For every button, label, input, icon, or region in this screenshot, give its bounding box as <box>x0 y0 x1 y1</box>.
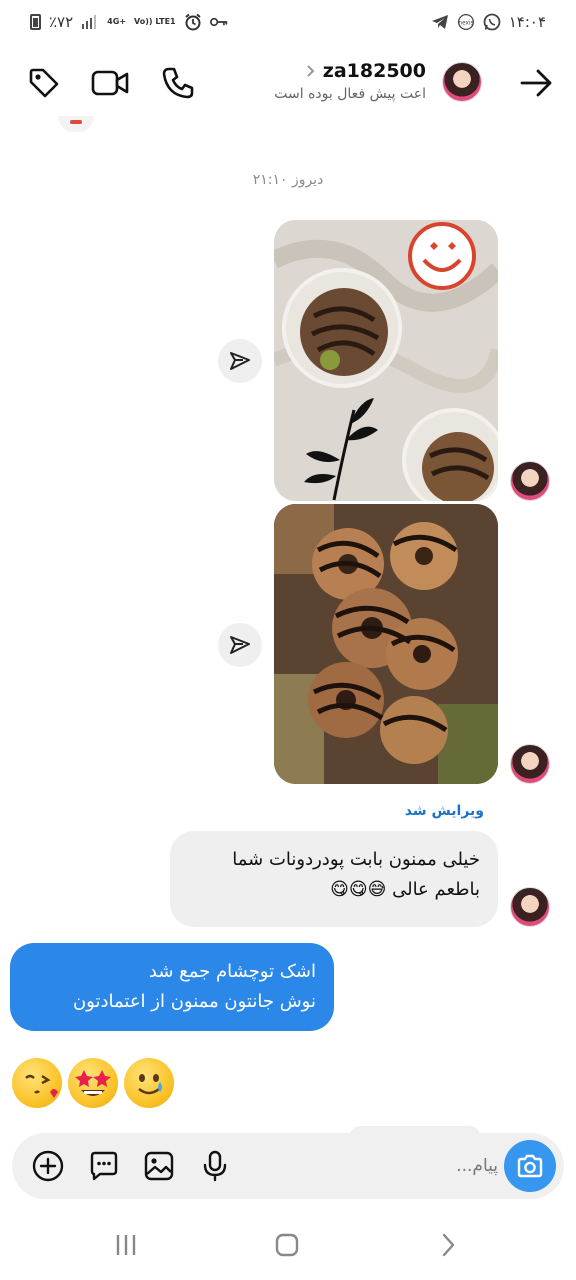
network-type: 4G+ <box>107 17 127 26</box>
sender-avatar-1[interactable] <box>510 461 550 501</box>
microphone-icon[interactable] <box>199 1150 231 1182</box>
edited-label: ویرایش شد <box>404 803 484 819</box>
back-arrow-icon[interactable] <box>514 61 558 105</box>
video-call-icon[interactable] <box>88 61 132 105</box>
send-icon <box>230 636 250 654</box>
camera-icon <box>517 1154 543 1178</box>
chat-username[interactable]: za182500 <box>274 60 426 82</box>
phone-icon[interactable] <box>156 61 200 105</box>
key-icon <box>209 13 228 31</box>
kiss-emoji <box>12 1058 62 1108</box>
whatsapp-icon <box>483 13 501 31</box>
share-photo-2-button[interactable] <box>218 623 262 667</box>
svg-text:nexis: nexis <box>458 20 473 26</box>
chat-user-info[interactable]: za182500 اعت پیش فعال بوده است <box>274 60 426 102</box>
status-left: ٪۷۲ 4G+ Vo)) LTE1 <box>30 13 228 31</box>
share-photo-1-button[interactable] <box>218 339 262 383</box>
signal-icon <box>81 13 99 31</box>
star-struck-emoji <box>68 1058 118 1108</box>
gallery-icon[interactable] <box>143 1150 175 1182</box>
received-message-line-1: خیلی ممنون بابت پودردونات شما <box>232 849 480 870</box>
home-icon[interactable] <box>267 1230 307 1260</box>
photo-1-artwork <box>274 220 498 501</box>
smiling-tear-emoji <box>124 1058 174 1108</box>
sticker-icon[interactable] <box>88 1150 120 1182</box>
send-icon <box>230 352 250 370</box>
chevron-right-icon <box>305 64 315 78</box>
shared-photo-1[interactable] <box>274 220 498 501</box>
clock: ۱۴:۰۴ <box>508 13 546 31</box>
received-message-line-2: باطعم عالی 😅😋😋 <box>330 879 480 900</box>
sent-message-line-2: نوش جانتون ممنون از اعتمادتون <box>72 991 316 1012</box>
status-bar: ٪۷۲ 4G+ Vo)) LTE1 nexis ۱۴:۰۴ <box>0 0 576 44</box>
header-avatar[interactable] <box>442 62 482 102</box>
add-icon[interactable] <box>32 1150 64 1182</box>
received-message-bubble[interactable]: خیلی ممنون بابت پودردونات شما باطعم عالی… <box>170 831 498 927</box>
sent-message-line-1: اشک توچشام جمع شد <box>148 961 316 982</box>
message-input[interactable] <box>298 1150 498 1182</box>
alarm-icon <box>184 13 202 31</box>
nav-back-icon[interactable] <box>428 1230 468 1260</box>
username-label: za182500 <box>322 60 426 82</box>
sent-message-bubble[interactable]: اشک توچشام جمع شد نوش جانتون ممنون از اع… <box>10 943 334 1031</box>
battery-icon <box>30 14 41 30</box>
message-timestamp: دیروز ۲۱:۱۰ <box>252 172 324 188</box>
camera-button[interactable] <box>504 1140 556 1192</box>
activity-status: اعت پیش فعال بوده است <box>274 86 426 102</box>
tag-icon[interactable] <box>22 61 66 105</box>
chat-header: za182500 اعت پیش فعال بوده است <box>0 44 576 122</box>
sender-avatar-3[interactable] <box>510 887 550 927</box>
battery-level: ٪۷۲ <box>49 13 74 31</box>
telegram-icon <box>431 13 449 31</box>
message-composer <box>12 1133 564 1199</box>
system-nav-bar <box>0 1210 576 1280</box>
previous-message-edge <box>58 116 94 132</box>
status-right: nexis ۱۴:۰۴ <box>431 13 546 31</box>
emoji-message[interactable] <box>12 1058 174 1108</box>
recent-apps-icon[interactable] <box>106 1230 146 1260</box>
nexis-icon: nexis <box>457 13 475 31</box>
shared-photo-2[interactable] <box>274 504 498 784</box>
photo-2-artwork <box>274 504 498 784</box>
sender-avatar-2[interactable] <box>510 744 550 784</box>
volte-label: Vo)) LTE1 <box>134 17 176 26</box>
